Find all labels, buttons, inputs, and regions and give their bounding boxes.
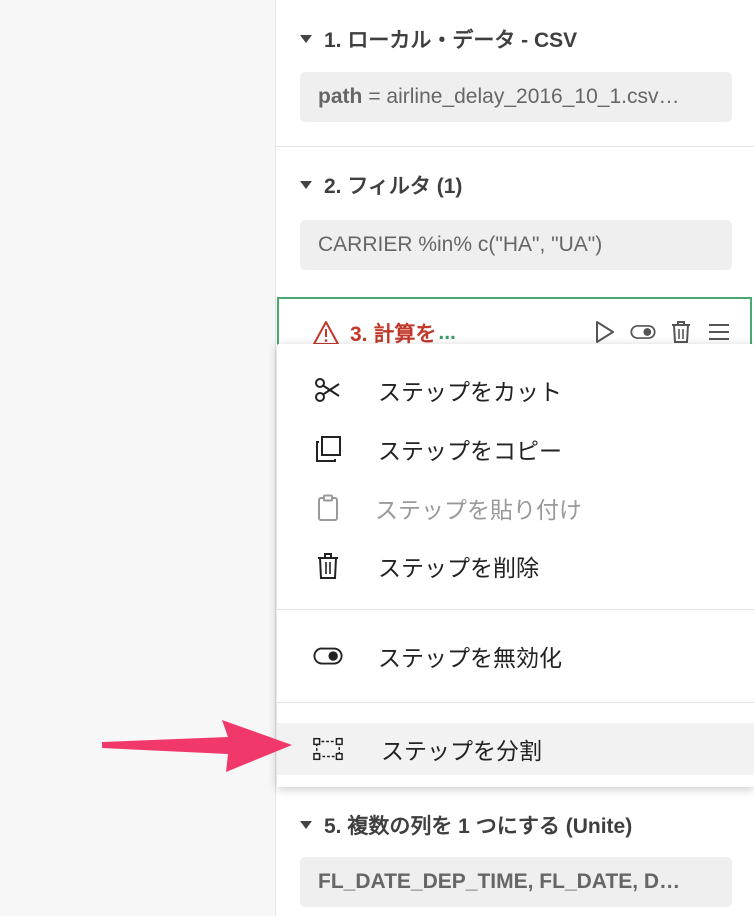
menu-label-delete: ステップを削除 (378, 556, 539, 582)
caret-down-icon[interactable] (300, 35, 312, 43)
step-1-title: 1. ローカル・データ - CSV (324, 29, 578, 52)
step-1-header[interactable]: 1. ローカル・データ - CSV (300, 24, 577, 54)
step-context-menu: ステップをカット ステップをコピー ステップを貼り付け ステップを削除 ステップ… (277, 344, 754, 787)
menu-label-cut: ステップをカット (378, 380, 562, 406)
warning-icon (312, 320, 340, 346)
caret-down-icon[interactable] (300, 181, 312, 189)
clipboard-icon (313, 493, 343, 523)
toggle-icon[interactable] (630, 319, 656, 345)
step-5-chip[interactable]: FL_DATE_DEP_TIME, FL_DATE, D… (300, 857, 732, 907)
caret-down-icon[interactable] (300, 821, 312, 829)
step-3-toolbar (592, 319, 732, 345)
step-1-chip-key: path (318, 85, 363, 108)
play-icon[interactable] (592, 319, 618, 345)
divider (276, 146, 754, 147)
menu-item-split[interactable]: ステップを分割 (277, 723, 754, 775)
step-2-chip[interactable]: CARRIER %in% c("HA", "UA") (300, 220, 732, 270)
menu-label-split: ステップを分割 (381, 739, 542, 765)
split-icon (313, 734, 343, 764)
menu-item-cut[interactable]: ステップをカット (277, 365, 754, 415)
menu-label-paste: ステップを貼り付け (375, 498, 582, 524)
left-blank-area (0, 0, 275, 916)
copy-icon (313, 434, 343, 464)
menu-item-delete[interactable]: ステップを削除 (277, 541, 754, 591)
step-2-title: 2. フィルタ (1) (324, 175, 463, 198)
menu-label-disable: ステップを無効化 (378, 646, 562, 672)
menu-icon[interactable] (706, 319, 732, 345)
annotation-arrow (102, 720, 292, 772)
scissors-icon (313, 375, 343, 405)
step-1-chip[interactable]: path = airline_delay_2016_10_1.csv… (300, 72, 732, 122)
menu-separator (277, 702, 754, 703)
step-2-header[interactable]: 2. フィルタ (1) (300, 170, 462, 200)
step-3-title-ellipsis: ... (438, 321, 456, 344)
trash-icon[interactable] (668, 319, 694, 345)
menu-label-copy: ステップをコピー (378, 439, 562, 465)
step-5-chip-text: FL_DATE_DEP_TIME, FL_DATE, D… (318, 870, 681, 893)
toggle-icon (313, 641, 343, 671)
menu-item-paste[interactable]: ステップを貼り付け (277, 483, 754, 533)
menu-item-disable[interactable]: ステップを無効化 (277, 631, 754, 681)
step-1-chip-text: = airline_delay_2016_10_1.csv… (368, 85, 680, 108)
menu-item-copy[interactable]: ステップをコピー (277, 424, 754, 474)
trash-icon (313, 551, 343, 581)
step-5-header[interactable]: 5. 複数の列を 1 つにする (Unite) (300, 810, 632, 840)
step-2-chip-text: CARRIER %in% c("HA", "UA") (318, 233, 603, 256)
step-5-title: 5. 複数の列を 1 つにする (Unite) (324, 815, 633, 838)
menu-separator (277, 609, 754, 610)
